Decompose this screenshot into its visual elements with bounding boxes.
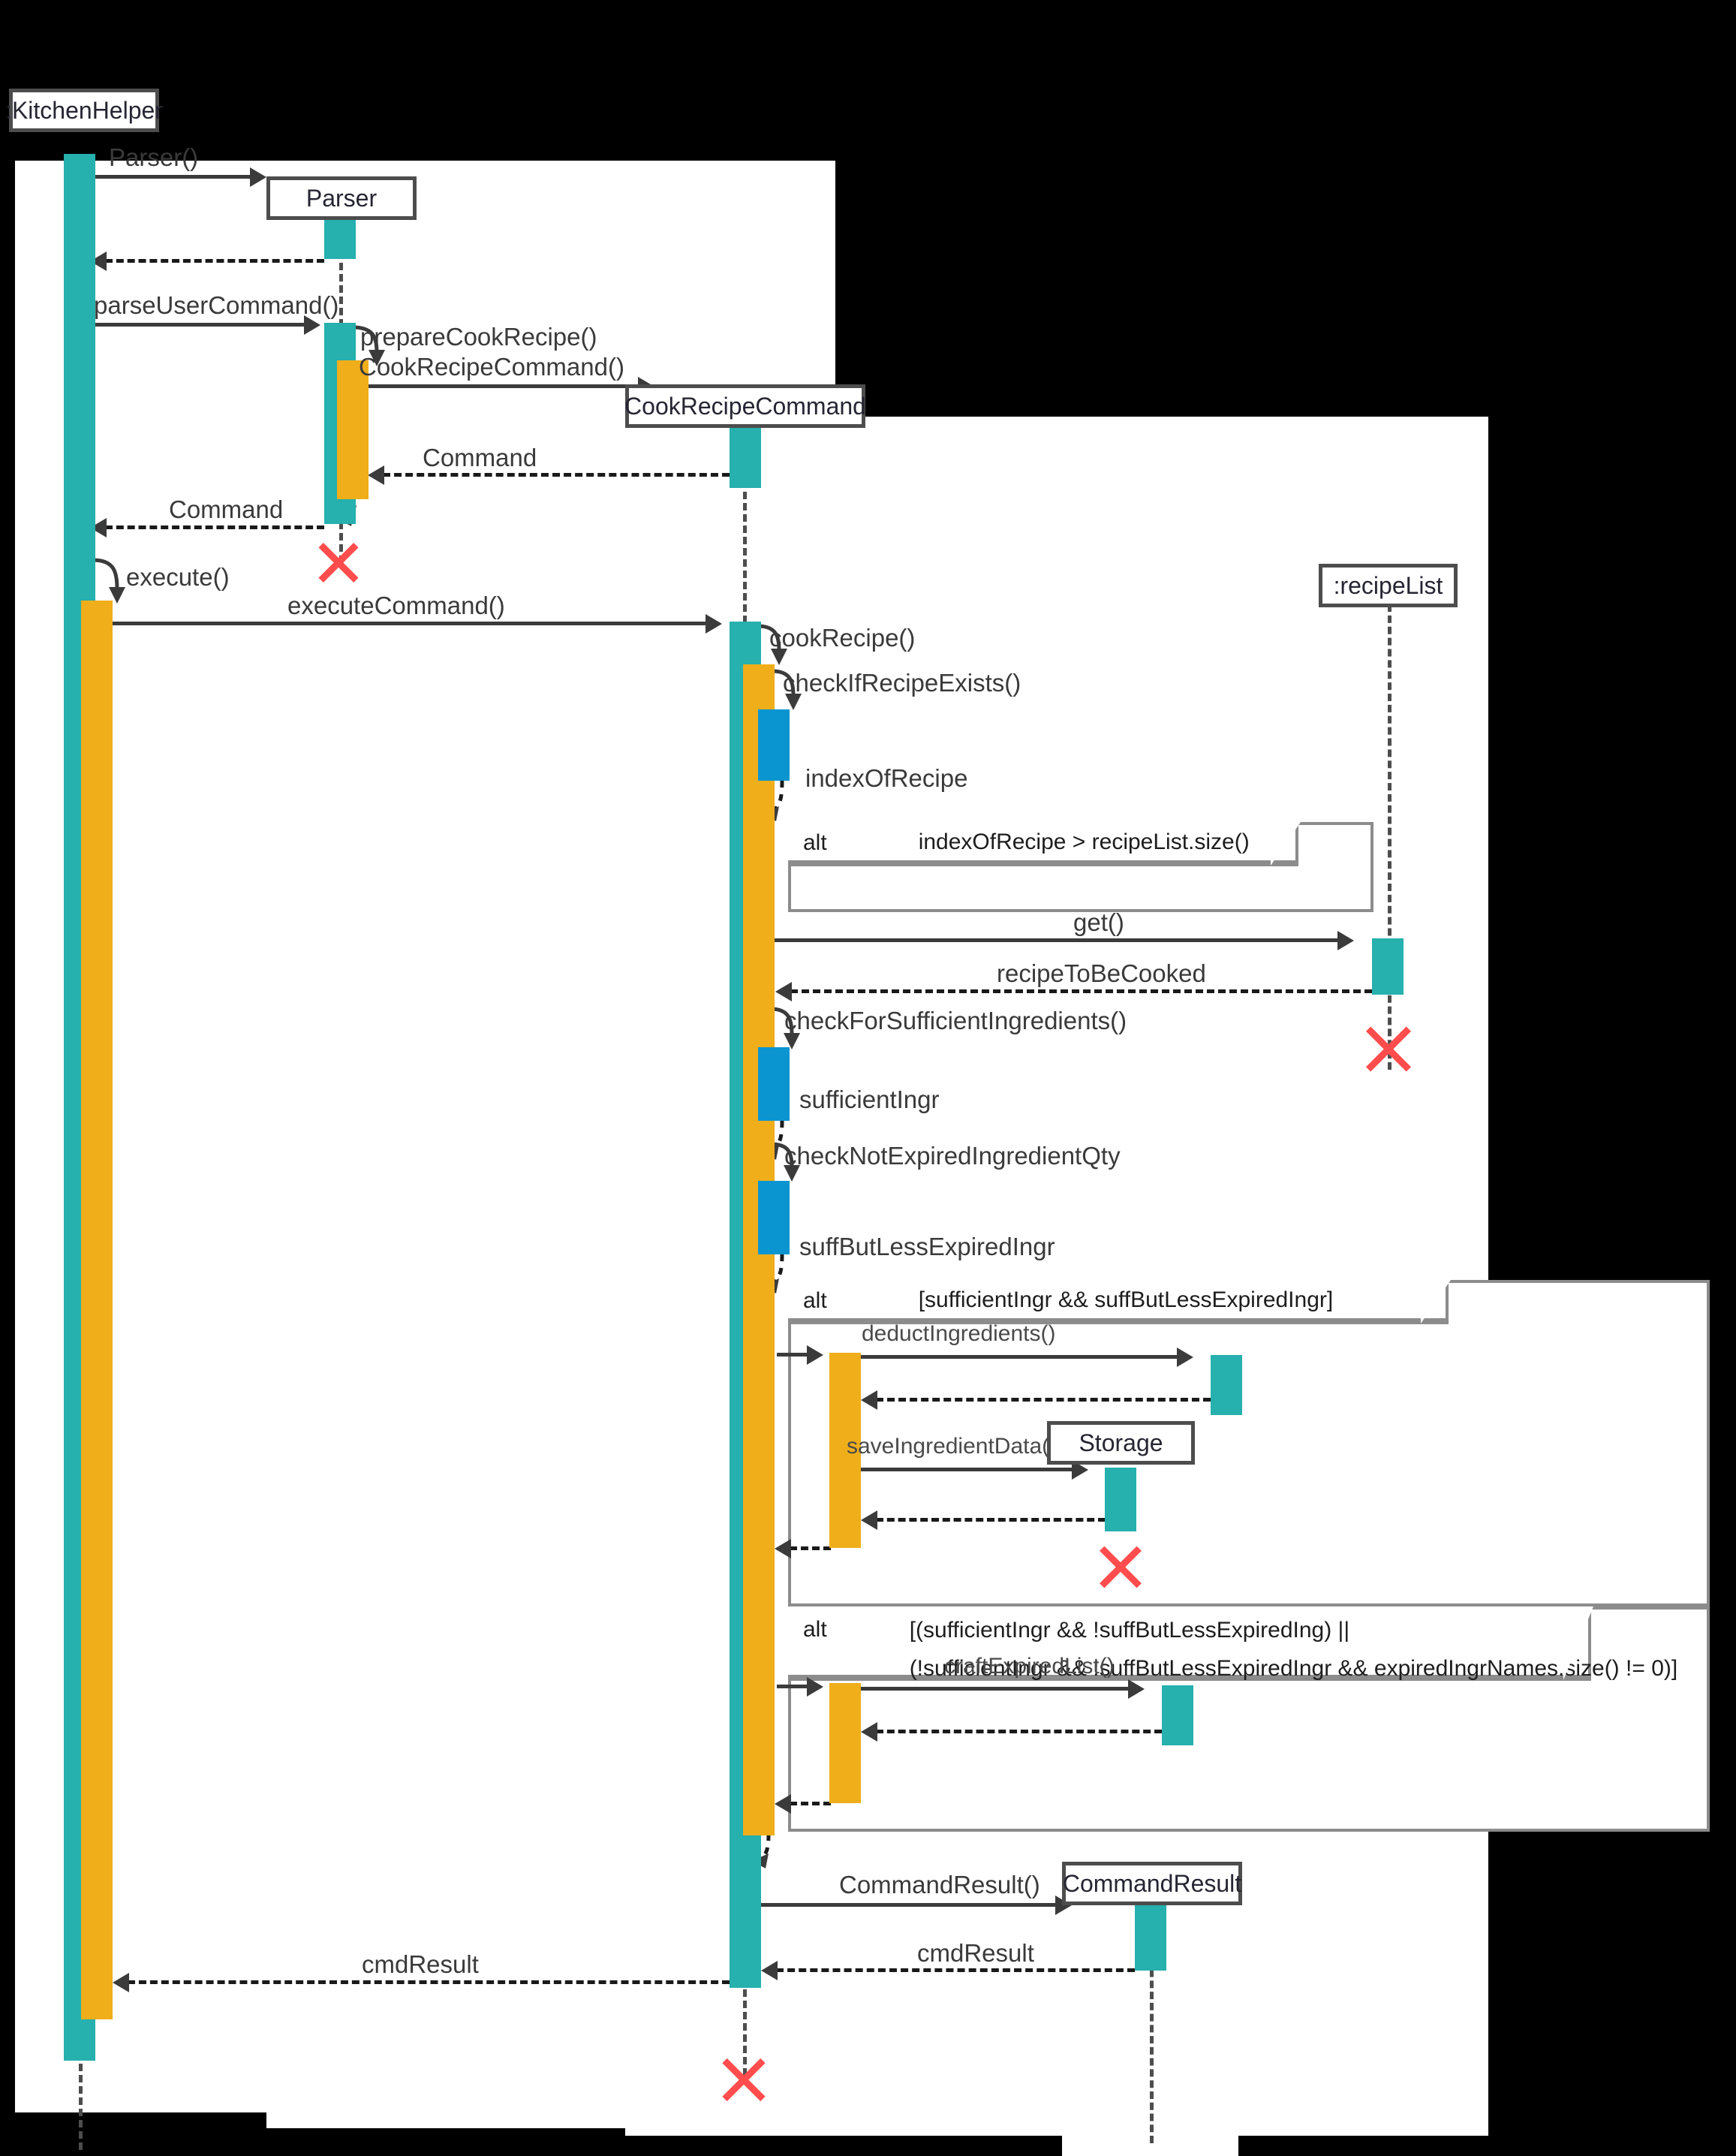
message-label-cookrecipecommand-ctor: CookRecipeCommand(): [359, 353, 624, 381]
fragment-alt-2-tab-notch: [1421, 1280, 1451, 1323]
message-label-commandresult-ctor: CommandResult(): [839, 1871, 1040, 1899]
message-line-executecommand: [113, 622, 711, 625]
message-line-deductingredients-return: [876, 1398, 1211, 1402]
participant-commandresult[interactable]: CommandResult: [1062, 1862, 1242, 1905]
message-line-parser-ctor: [95, 175, 255, 179]
message-label-recipetobecooked: recipeToBeCooked: [997, 959, 1206, 987]
message-label-sufficientingr: sufficientIngr: [799, 1086, 940, 1113]
message-label-executecommand: executeCommand(): [287, 592, 505, 619]
message-line-get: [775, 938, 1342, 942]
message-label-deductingredients: deductIngredients(): [862, 1321, 1056, 1346]
destroy-marker-storage: [1094, 1537, 1147, 1590]
message-label-suffbutlessexpiredingr: suffButLessExpiredIngr: [799, 1233, 1055, 1260]
message-label-cmdresult-2: cmdResult: [362, 1950, 479, 1978]
message-line-cookrecipecommand-ctor: [369, 384, 643, 388]
message-label-execute: execute(): [126, 563, 230, 591]
message-line-saveingredientdata: [861, 1468, 1076, 1471]
fragment-alt-1-tab-notch: [1271, 822, 1301, 866]
message-label-craftexpiredlist: craftExpiredList(): [944, 1654, 1115, 1679]
arrowhead-right: [807, 1345, 823, 1365]
activation-storage-save: [1105, 1468, 1136, 1531]
activation-parser-prepare: [337, 360, 369, 499]
participant-cookrecipecommand[interactable]: CookRecipeCommand: [624, 384, 866, 428]
message-line-command-return-1: [383, 473, 730, 477]
fragment-alt-3-tab-notch: [1563, 1606, 1593, 1680]
activation-deductingredients: [1211, 1355, 1242, 1415]
message-label-parseusercommand: parseUserCommand(): [94, 291, 339, 319]
message-label-saveingredientdata: saveIngredientData(): [847, 1434, 1058, 1459]
fragment-alt-2-tab: [788, 1280, 1449, 1321]
destroy-marker-parser: [314, 534, 363, 584]
activation-checkforsufficientingredients: [758, 1047, 790, 1121]
participant-kitchenhelper[interactable]: :KitchenHelper: [5, 89, 163, 132]
message-label-parser-ctor: Parser(): [109, 143, 199, 171]
arrowhead-left: [775, 1794, 791, 1814]
fragment-alt-3-tab: [788, 1606, 1591, 1678]
arrowhead-left: [368, 465, 384, 485]
message-line-command-return-2: [105, 525, 324, 529]
arrowhead-right: [706, 614, 722, 634]
message-label-cmdresult-1: cmdResult: [917, 1939, 1034, 1967]
arrowhead-right: [1177, 1348, 1193, 1367]
message-label-command-1: Command: [423, 444, 537, 471]
arrowhead-left: [775, 982, 792, 1001]
activation-alt3-inner: [829, 1683, 861, 1803]
message-label-checkifrecipeexists: checkIfRecipeExists(): [783, 669, 1021, 697]
message-label-checknotexpiredingredientqty: checkNotExpiredIngredientQty: [784, 1142, 1121, 1170]
activation-cookrecipecommand-constructor: [730, 424, 761, 488]
activation-checknotexpiredingredientqty: [758, 1181, 790, 1254]
message-line-saveingredientdata-return: [876, 1518, 1106, 1522]
participant-storage[interactable]: Storage: [1047, 1421, 1195, 1465]
participant-recipelist[interactable]: :recipeList: [1319, 564, 1458, 607]
message-label-preparecookrecipe: prepareCookRecipe(): [360, 323, 597, 351]
arrowhead-left: [113, 1973, 129, 1992]
participant-label: Storage: [1079, 1429, 1163, 1456]
arrowhead-left: [861, 1510, 877, 1530]
participant-label: CookRecipeCommand: [624, 393, 866, 420]
participant-parser[interactable]: Parser: [266, 176, 417, 220]
activation-checkifrecipeexists: [758, 709, 790, 781]
message-line-deductingredients: [861, 1355, 1181, 1359]
arrowhead-right: [807, 1677, 823, 1697]
lifeline-recipelist: [1388, 604, 1392, 1070]
activation-parser-constructor: [324, 218, 356, 259]
activation-commandresult-constructor: [1135, 1903, 1166, 1971]
message-line-cmdresult-2: [128, 1980, 730, 1984]
arrowhead-right: [250, 167, 266, 187]
arrowhead-right: [1128, 1679, 1145, 1699]
message-line-alt3-return: [790, 1802, 831, 1805]
sequence-diagram-canvas: :KitchenHelper Parser CookRecipeCommand …: [0, 0, 1736, 2156]
message-label-checkforsufficientingredients: checkForSufficientIngredients(): [784, 1007, 1127, 1034]
activation-kitchenhelper-execute: [81, 601, 113, 2019]
message-line-craftexpiredlist: [861, 1687, 1132, 1691]
arrowhead-left: [861, 1722, 877, 1742]
fragment-alt-1-divider: [788, 863, 1298, 866]
arrowhead-right: [1337, 931, 1354, 950]
message-label-get: get(): [1073, 908, 1124, 936]
participant-label: :recipeList: [1333, 572, 1443, 599]
message-line-commandresult-ctor: [761, 1903, 1061, 1907]
participant-label: :KitchenHelper: [5, 97, 163, 124]
message-line-cmdresult-1: [776, 1968, 1135, 1972]
message-line-craftexpiredlist-return: [876, 1730, 1162, 1733]
participant-label: CommandResult: [1062, 1870, 1242, 1897]
activation-recipelist-get: [1372, 938, 1404, 995]
arrowhead-left: [761, 1961, 778, 1980]
destroy-marker-recipelist: [1360, 1017, 1417, 1074]
message-line-alt2-return: [790, 1546, 831, 1550]
message-label-command-2: Command: [169, 495, 284, 523]
destroy-marker-cookrecipecommand: [717, 2049, 771, 2103]
activation-craftexpiredlist: [1162, 1685, 1193, 1745]
fragment-alt-1-tab: [788, 822, 1298, 863]
message-line-parser-ctor-return: [105, 259, 324, 263]
message-label-indexofrecipe: indexOfRecipe: [805, 764, 968, 792]
arrowhead-left: [775, 1539, 791, 1558]
message-line-parseusercommand: [95, 323, 308, 327]
arrowhead-left: [861, 1390, 877, 1410]
message-label-cookrecipe: cookRecipe(): [769, 624, 916, 652]
fragment-alt-3-divider: [788, 1678, 1591, 1681]
paper-panel: [721, 1802, 1141, 2012]
participant-label: Parser: [305, 185, 378, 212]
message-line-recipetobecooked: [790, 989, 1372, 993]
